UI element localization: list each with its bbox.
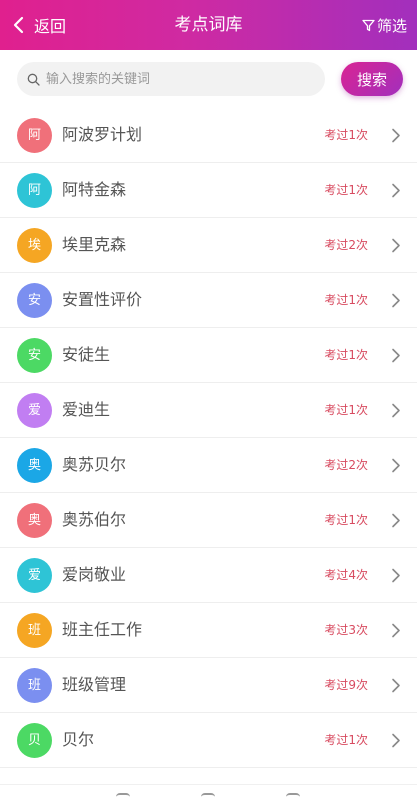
chevron-right-icon (392, 513, 400, 528)
list-item[interactable]: 安安徒生 考过1次 (0, 328, 417, 383)
avatar: 班 (17, 668, 52, 703)
chevron-right-icon (392, 678, 400, 693)
item-word: 安置性评价 (62, 290, 143, 309)
toolbar-icon (286, 793, 300, 800)
search-icon (27, 73, 40, 86)
list-item[interactable]: 埃埃里克森 考过2次 (0, 218, 417, 273)
item-count: 考过1次 (324, 733, 368, 747)
item-word: 奥苏贝尔 (62, 455, 127, 474)
item-word: 埃里克森 (62, 235, 127, 254)
chevron-right-icon (392, 348, 400, 363)
filter-button[interactable]: 筛选 (362, 0, 407, 50)
search-row: 搜索 (0, 50, 417, 108)
item-word: 班主任工作 (62, 620, 143, 639)
item-count: 考过1次 (324, 293, 368, 307)
list-item[interactable]: 奥奥苏伯尔 考过1次 (0, 493, 417, 548)
avatar: 贝 (17, 723, 52, 758)
item-count: 考过3次 (324, 623, 368, 637)
list-item[interactable]: 贝贝尔 考过1次 (0, 713, 417, 768)
avatar: 奥 (17, 503, 52, 538)
avatar: 埃 (17, 228, 52, 263)
word-list: 阿阿波罗计划 考过1次阿阿特金森 考过1次埃埃里克森 考过2次安安置性评价 考过1次安安… (0, 108, 417, 768)
funnel-icon (362, 19, 375, 31)
item-word: 奥苏伯尔 (62, 510, 127, 529)
item-count: 考过1次 (324, 183, 368, 197)
chevron-right-icon (392, 293, 400, 308)
header-bar: 返回 考点词库 筛选 (0, 0, 417, 50)
chevron-right-icon (392, 458, 400, 473)
toolbar-icon (201, 793, 215, 800)
list-item[interactable]: 爱爱岗敬业 考过4次 (0, 548, 417, 603)
back-button[interactable]: 返回 (10, 0, 66, 50)
bottom-toolbar-partial (0, 784, 417, 800)
chevron-right-icon (392, 183, 400, 198)
list-item[interactable]: 安安置性评价 考过1次 (0, 273, 417, 328)
item-count: 考过9次 (324, 678, 368, 692)
item-count: 考过1次 (324, 128, 368, 142)
list-item[interactable]: 阿阿特金森 考过1次 (0, 163, 417, 218)
avatar: 安 (17, 338, 52, 373)
list-item[interactable]: 阿阿波罗计划 考过1次 (0, 108, 417, 163)
item-word: 安徒生 (62, 345, 111, 364)
item-count: 考过2次 (324, 238, 368, 252)
avatar: 阿 (17, 118, 52, 153)
chevron-right-icon (392, 568, 400, 583)
avatar: 阿 (17, 173, 52, 208)
chevron-right-icon (392, 128, 400, 143)
list-item[interactable]: 班班主任工作 考过3次 (0, 603, 417, 658)
item-count: 考过1次 (324, 403, 368, 417)
item-count: 考过4次 (324, 568, 368, 582)
item-word: 贝尔 (62, 730, 95, 749)
back-label: 返回 (34, 17, 67, 36)
avatar: 爱 (17, 393, 52, 428)
search-box[interactable] (17, 62, 325, 96)
avatar: 奥 (17, 448, 52, 483)
item-word: 阿特金森 (62, 180, 127, 199)
list-item[interactable]: 爱爱迪生 考过1次 (0, 383, 417, 438)
page: 返回 考点词库 筛选 搜索 阿阿波罗计划考过1次阿阿特金森考过1次埃埃里克森考过… (0, 0, 417, 800)
item-count: 考过1次 (324, 348, 368, 362)
avatar: 爱 (17, 558, 52, 593)
avatar: 安 (17, 283, 52, 318)
item-word: 班级管理 (62, 675, 127, 694)
list-item[interactable]: 班班级管理 考过9次 (0, 658, 417, 713)
toolbar-icon (116, 793, 130, 800)
search-button[interactable]: 搜索 (341, 62, 403, 96)
item-count: 考过1次 (324, 513, 368, 527)
chevron-left-icon (13, 16, 24, 34)
chevron-right-icon (392, 623, 400, 638)
chevron-right-icon (392, 238, 400, 253)
item-count: 考过2次 (324, 458, 368, 472)
item-word: 阿波罗计划 (62, 125, 143, 144)
avatar: 班 (17, 613, 52, 648)
chevron-right-icon (392, 403, 400, 418)
item-word: 爱迪生 (62, 400, 111, 419)
chevron-right-icon (392, 733, 400, 748)
filter-label: 筛选 (376, 16, 407, 35)
list-item[interactable]: 奥奥苏贝尔 考过2次 (0, 438, 417, 493)
item-word: 爱岗敬业 (62, 565, 127, 584)
search-input[interactable] (46, 71, 316, 87)
